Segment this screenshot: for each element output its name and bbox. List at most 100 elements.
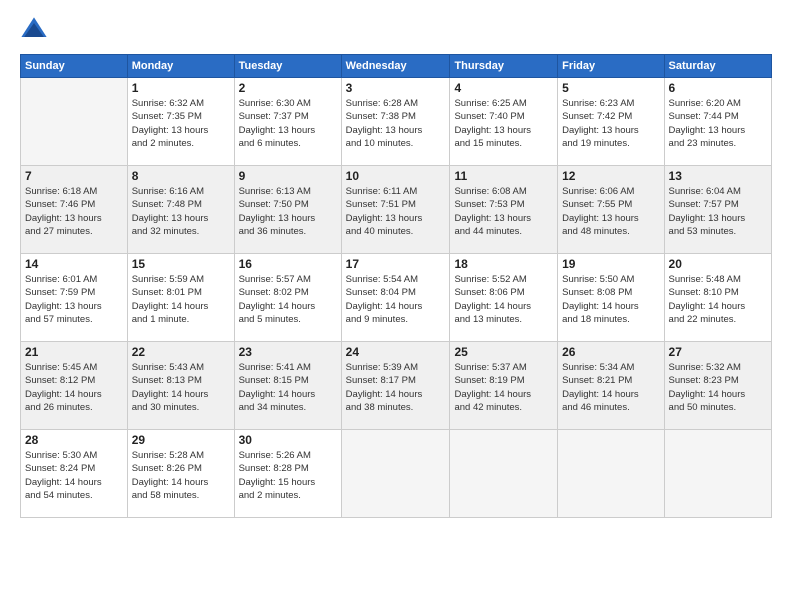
calendar-cell: 25Sunrise: 5:37 AMSunset: 8:19 PMDayligh… (450, 342, 558, 430)
calendar-cell: 22Sunrise: 5:43 AMSunset: 8:13 PMDayligh… (127, 342, 234, 430)
calendar-cell: 5 Sunrise: 6:23 AMSunset: 7:42 PMDaylight… (558, 78, 664, 166)
day-number: 29 (132, 433, 230, 447)
day-number: 24 (346, 345, 446, 359)
day-detail: Sunrise: 5:26 AMSunset: 8:28 PMDaylight:… (239, 450, 316, 501)
day-number: 9 (239, 169, 337, 183)
day-detail: Sunrise: 6:20 AMSunset: 7:44 PMDaylight:… (669, 98, 746, 149)
day-detail: Sunrise: 5:34 AMSunset: 8:21 PMDaylight:… (562, 362, 639, 413)
calendar-cell: 24 Sunrise: 5:39 AMSunset: 8:17 PMDayligh… (341, 342, 450, 430)
day-number: 16 (239, 257, 337, 271)
calendar-cell: 4 Sunrise: 6:25 AMSunset: 7:40 PMDaylight… (450, 78, 558, 166)
week-row-2: 7 Sunrise: 6:18 AMSunset: 7:46 PMDaylight… (21, 166, 772, 254)
calendar-cell: 11 Sunrise: 6:08 AMSunset: 7:53 PMDayligh… (450, 166, 558, 254)
day-detail: Sunrise: 5:39 AMSunset: 8:17 PMDaylight:… (346, 362, 423, 413)
calendar-cell (450, 430, 558, 518)
day-detail: Sunrise: 6:08 AMSunset: 7:53 PMDaylight:… (454, 186, 531, 237)
calendar-cell: 8 Sunrise: 6:16 AMSunset: 7:48 PMDaylight… (127, 166, 234, 254)
calendar-cell (558, 430, 664, 518)
day-detail: Sunrise: 6:04 AMSunset: 7:57 PMDaylight:… (669, 186, 746, 237)
day-detail: Sunrise: 5:48 AMSunset: 8:10 PMDaylight:… (669, 274, 746, 325)
calendar-cell: 7 Sunrise: 6:18 AMSunset: 7:46 PMDaylight… (21, 166, 128, 254)
calendar-cell: 16 Sunrise: 5:57 AMSunset: 8:02 PMDayligh… (234, 254, 341, 342)
day-header-thursday: Thursday (450, 55, 558, 78)
day-header-sunday: Sunday (21, 55, 128, 78)
day-header-tuesday: Tuesday (234, 55, 341, 78)
day-detail: Sunrise: 5:45 AMSunset: 8:12 PMDaylight:… (25, 362, 102, 413)
day-detail: Sunrise: 6:13 AMSunset: 7:50 PMDaylight:… (239, 186, 316, 237)
calendar-cell: 15 Sunrise: 5:59 AMSunset: 8:01 PMDayligh… (127, 254, 234, 342)
week-row-3: 14Sunrise: 6:01 AMSunset: 7:59 PMDayligh… (21, 254, 772, 342)
day-detail: Sunrise: 5:57 AMSunset: 8:02 PMDaylight:… (239, 274, 316, 325)
calendar-cell: 28 Sunrise: 5:30 AMSunset: 8:24 PMDayligh… (21, 430, 128, 518)
logo (20, 16, 52, 44)
day-number: 3 (346, 81, 446, 95)
calendar-cell: 23 Sunrise: 5:41 AMSunset: 8:15 PMDayligh… (234, 342, 341, 430)
day-number: 13 (669, 169, 767, 183)
calendar-cell: 1 Sunrise: 6:32 AMSunset: 7:35 PMDaylight… (127, 78, 234, 166)
day-detail: Sunrise: 6:11 AMSunset: 7:51 PMDaylight:… (346, 186, 423, 237)
week-row-1: 1 Sunrise: 6:32 AMSunset: 7:35 PMDaylight… (21, 78, 772, 166)
day-number: 18 (454, 257, 553, 271)
day-detail: Sunrise: 5:28 AMSunset: 8:26 PMDaylight:… (132, 450, 209, 501)
logo-icon (20, 16, 48, 44)
day-number: 19 (562, 257, 659, 271)
day-number: 2 (239, 81, 337, 95)
calendar: SundayMondayTuesdayWednesdayThursdayFrid… (20, 54, 772, 518)
header (20, 16, 772, 44)
week-row-4: 21 Sunrise: 5:45 AMSunset: 8:12 PMDayligh… (21, 342, 772, 430)
calendar-cell: 29 Sunrise: 5:28 AMSunset: 8:26 PMDayligh… (127, 430, 234, 518)
day-detail: Sunrise: 6:25 AMSunset: 7:40 PMDaylight:… (454, 98, 531, 149)
day-number: 30 (239, 433, 337, 447)
calendar-cell: 13 Sunrise: 6:04 AMSunset: 7:57 PMDayligh… (664, 166, 771, 254)
day-detail: Sunrise: 5:41 AMSunset: 8:15 PMDaylight:… (239, 362, 316, 413)
calendar-cell: 20Sunrise: 5:48 AMSunset: 8:10 PMDayligh… (664, 254, 771, 342)
day-detail: Sunrise: 6:18 AMSunset: 7:46 PMDaylight:… (25, 186, 102, 237)
day-detail: Sunrise: 6:32 AMSunset: 7:35 PMDaylight:… (132, 98, 209, 149)
day-number: 21 (25, 345, 123, 359)
day-number: 17 (346, 257, 446, 271)
calendar-cell: 26 Sunrise: 5:34 AMSunset: 8:21 PMDayligh… (558, 342, 664, 430)
day-detail: Sunrise: 5:43 AMSunset: 8:13 PMDaylight:… (132, 362, 209, 413)
day-number: 6 (669, 81, 767, 95)
day-detail: Sunrise: 6:23 AMSunset: 7:42 PMDaylight:… (562, 98, 639, 149)
calendar-cell: 18 Sunrise: 5:52 AMSunset: 8:06 PMDayligh… (450, 254, 558, 342)
calendar-cell: 9 Sunrise: 6:13 AMSunset: 7:50 PMDaylight… (234, 166, 341, 254)
calendar-cell: 14Sunrise: 6:01 AMSunset: 7:59 PMDayligh… (21, 254, 128, 342)
day-detail: Sunrise: 6:16 AMSunset: 7:48 PMDaylight:… (132, 186, 209, 237)
day-number: 11 (454, 169, 553, 183)
day-number: 12 (562, 169, 659, 183)
day-detail: Sunrise: 5:54 AMSunset: 8:04 PMDaylight:… (346, 274, 423, 325)
page: SundayMondayTuesdayWednesdayThursdayFrid… (0, 0, 792, 612)
day-number: 10 (346, 169, 446, 183)
day-number: 1 (132, 81, 230, 95)
week-row-5: 28 Sunrise: 5:30 AMSunset: 8:24 PMDayligh… (21, 430, 772, 518)
day-detail: Sunrise: 5:50 AMSunset: 8:08 PMDaylight:… (562, 274, 639, 325)
calendar-cell: 27 Sunrise: 5:32 AMSunset: 8:23 PMDayligh… (664, 342, 771, 430)
day-detail: Sunrise: 6:01 AMSunset: 7:59 PMDaylight:… (25, 274, 102, 325)
day-header-friday: Friday (558, 55, 664, 78)
calendar-cell: 3Sunrise: 6:28 AMSunset: 7:38 PMDaylight… (341, 78, 450, 166)
day-header-saturday: Saturday (664, 55, 771, 78)
day-number: 7 (25, 169, 123, 183)
day-number: 26 (562, 345, 659, 359)
day-detail: Sunrise: 5:32 AMSunset: 8:23 PMDaylight:… (669, 362, 746, 413)
day-number: 4 (454, 81, 553, 95)
calendar-cell (21, 78, 128, 166)
day-number: 5 (562, 81, 659, 95)
day-number: 25 (454, 345, 553, 359)
day-header-wednesday: Wednesday (341, 55, 450, 78)
day-header-monday: Monday (127, 55, 234, 78)
day-detail: Sunrise: 5:52 AMSunset: 8:06 PMDaylight:… (454, 274, 531, 325)
calendar-cell (341, 430, 450, 518)
day-number: 28 (25, 433, 123, 447)
day-detail: Sunrise: 5:59 AMSunset: 8:01 PMDaylight:… (132, 274, 209, 325)
calendar-cell: 12Sunrise: 6:06 AMSunset: 7:55 PMDayligh… (558, 166, 664, 254)
calendar-cell: 2 Sunrise: 6:30 AMSunset: 7:37 PMDaylight… (234, 78, 341, 166)
day-detail: Sunrise: 6:30 AMSunset: 7:37 PMDaylight:… (239, 98, 316, 149)
day-number: 27 (669, 345, 767, 359)
day-detail: Sunrise: 5:30 AMSunset: 8:24 PMDaylight:… (25, 450, 102, 501)
day-number: 23 (239, 345, 337, 359)
day-number: 15 (132, 257, 230, 271)
day-number: 8 (132, 169, 230, 183)
calendar-cell: 10 Sunrise: 6:11 AMSunset: 7:51 PMDayligh… (341, 166, 450, 254)
